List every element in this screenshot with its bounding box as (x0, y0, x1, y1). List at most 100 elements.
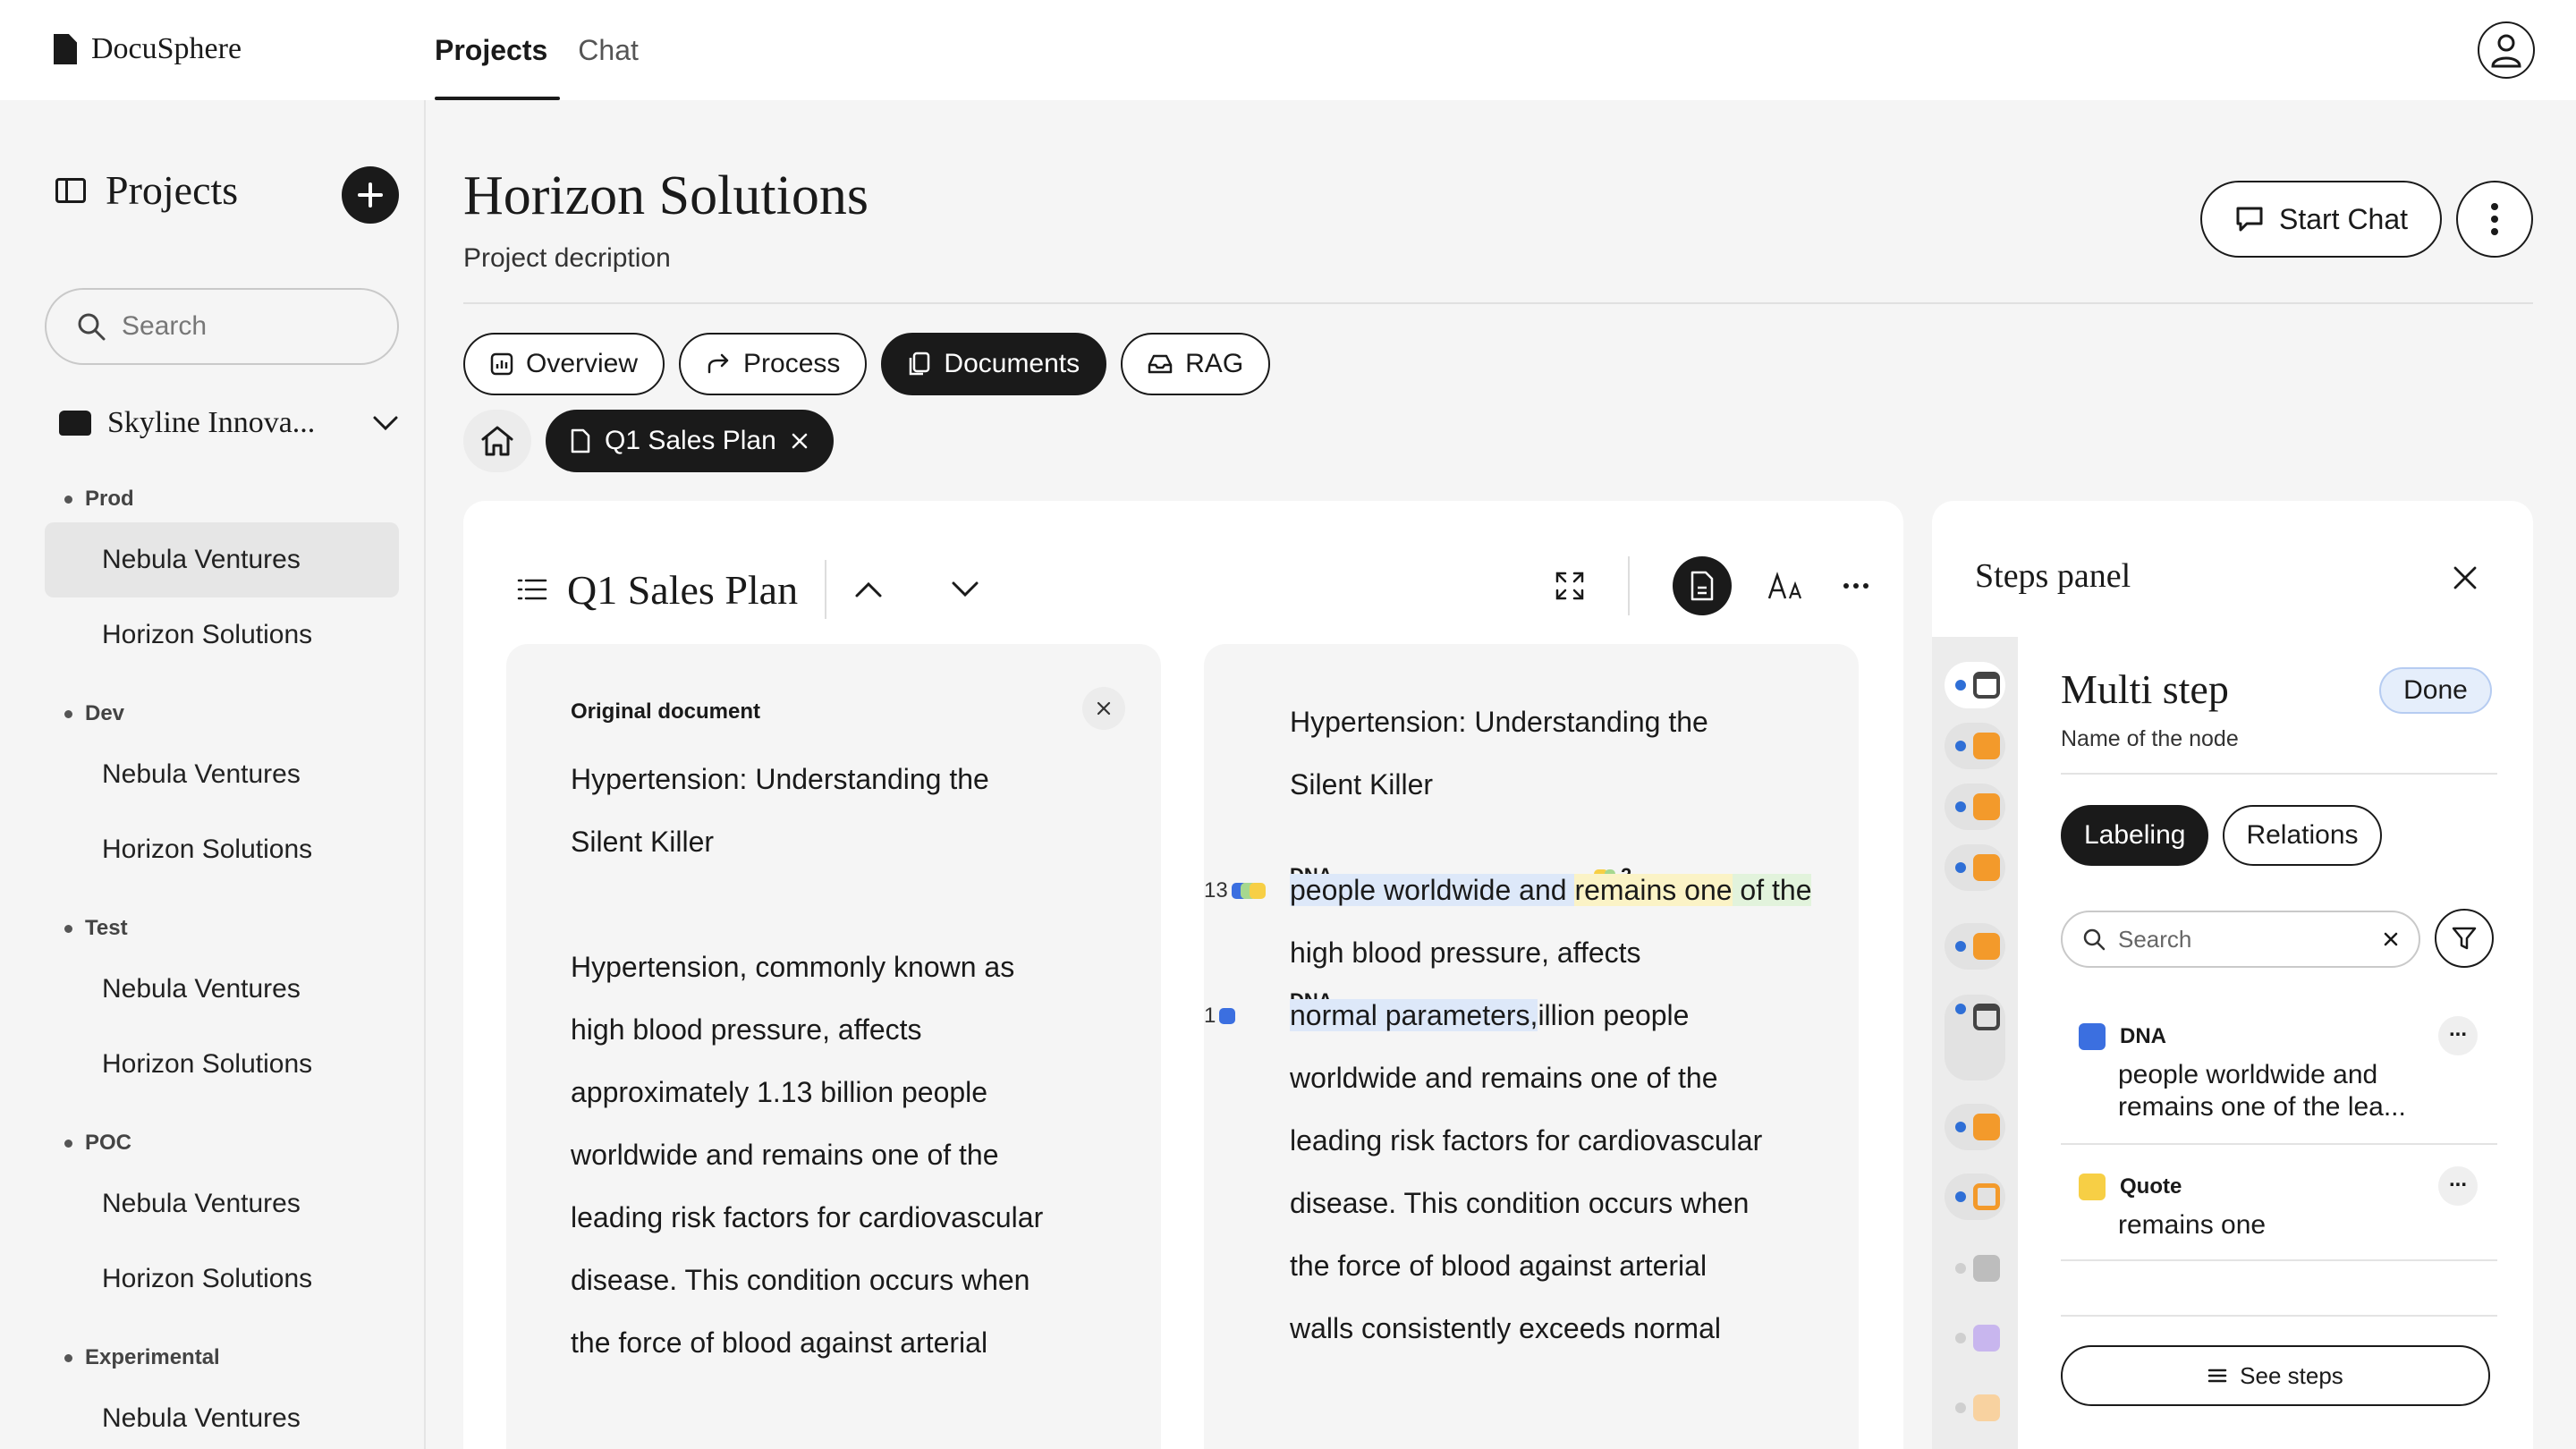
app-name: DocuSphere (91, 32, 242, 65)
step-item[interactable] (1945, 923, 2005, 970)
label-more-button[interactable]: ... (2438, 1166, 2478, 1206)
sidebar-item-nebula-ventures[interactable]: Nebula Ventures (45, 1381, 399, 1449)
text-line: Hypertension, commonly known as (571, 951, 1015, 983)
step-item[interactable] (1945, 1174, 2005, 1220)
tab-rag[interactable]: RAG (1121, 333, 1271, 395)
text-line: leading risk factors for cardiovascular (571, 1201, 1044, 1233)
sidebar-item-horizon-solutions[interactable]: Horizon Solutions (45, 812, 399, 887)
tab-overview[interactable]: Overview (463, 333, 665, 395)
edit-icon (1973, 793, 2000, 820)
text-line: disease. This condition occurs when (1290, 1187, 1750, 1219)
tab-label: Process (743, 349, 841, 378)
more-vertical-icon (2491, 203, 2498, 235)
close-pane-button[interactable] (1082, 687, 1125, 730)
documents-icon (910, 352, 930, 376)
tab-documents[interactable]: Documents (881, 333, 1107, 395)
label-item[interactable]: Quote remains one ... (2061, 1166, 2497, 1241)
edit-icon (1973, 933, 2000, 960)
close-steps-button[interactable] (2444, 556, 2487, 599)
labels-search[interactable] (2061, 911, 2420, 968)
highlight-quote[interactable]: remains one (1574, 874, 1733, 906)
step-item[interactable] (1945, 1315, 2005, 1361)
text-line: disease. This condition occurs when (571, 1264, 1030, 1296)
start-chat-label: Start Chat (2278, 202, 2409, 235)
label-text: people worldwide and remains one of the … (2118, 1060, 2406, 1122)
tab-relations[interactable]: Relations (2223, 805, 2382, 866)
group-poc: POC Nebula Ventures Horizon Solutions (45, 1120, 399, 1317)
document-viewer: Q1 Sales Plan Original document Hyperten… (463, 501, 1903, 1449)
sidebar-item-nebula-ventures[interactable]: Nebula Ventures (45, 522, 399, 597)
step-item[interactable] (1945, 662, 2005, 708)
line-marker[interactable]: 13 (1204, 878, 1266, 903)
inbox-icon (1148, 354, 1173, 374)
org-selector[interactable]: Skyline Innova... (59, 406, 399, 440)
bullet-icon (64, 495, 72, 504)
chevron-up-icon[interactable] (853, 580, 884, 599)
sidebar-search[interactable] (45, 288, 399, 365)
start-chat-button[interactable]: Start Chat (2200, 181, 2442, 258)
sidebar-item-nebula-ventures[interactable]: Nebula Ventures (45, 1166, 399, 1241)
step-item[interactable] (1945, 784, 2005, 830)
group-label: POC (45, 1120, 399, 1166)
expand-icon[interactable] (1555, 571, 1585, 601)
list-icon[interactable] (517, 578, 547, 601)
breadcrumb: Q1 Sales Plan (463, 410, 834, 472)
font-size-icon[interactable] (1767, 572, 1807, 600)
chevron-down-icon (373, 416, 398, 431)
home-button[interactable] (463, 410, 531, 472)
app-logo[interactable]: DocuSphere (54, 32, 242, 66)
active-dot-icon (1955, 680, 1966, 691)
document-body-text: Hypertension, commonly known as high blo… (571, 936, 1125, 1374)
tab-labeling[interactable]: Labeling (2061, 805, 2209, 866)
chart-icon (490, 352, 513, 376)
group-label: Experimental (45, 1335, 399, 1381)
tab-process[interactable]: Process (679, 333, 868, 395)
step-group[interactable] (1945, 995, 2005, 1080)
sidebar-item-nebula-ventures[interactable]: Nebula Ventures (45, 952, 399, 1027)
highlight-dna[interactable]: people worldwide and (1290, 874, 1575, 906)
filter-button[interactable] (2435, 909, 2494, 968)
tab-projects[interactable]: Projects (435, 0, 561, 100)
sidebar-item-horizon-solutions[interactable]: Horizon Solutions (45, 1027, 399, 1102)
close-icon[interactable] (791, 432, 809, 450)
quote-swatch-icon (2079, 1174, 2106, 1200)
open-document-name: Q1 Sales Plan (605, 426, 776, 455)
highlight-relation[interactable]: of the (1732, 874, 1812, 906)
user-avatar[interactable] (2478, 21, 2535, 79)
highlight-dna[interactable]: normal parameters, (1290, 999, 1538, 1031)
labels-search-input[interactable] (2118, 925, 2370, 953)
line-marker[interactable]: 1 (1204, 1004, 1236, 1029)
bullet-icon (64, 1139, 72, 1148)
step-item[interactable] (1945, 844, 2005, 891)
document-icon (1690, 571, 1714, 601)
steps-rail (1932, 637, 2018, 1449)
bullet-icon (64, 1353, 72, 1362)
document-view-button[interactable] (1673, 556, 1732, 615)
sidebar-item-nebula-ventures[interactable]: Nebula Ventures (45, 737, 399, 812)
chevron-down-icon[interactable] (950, 580, 980, 599)
step-item[interactable] (1945, 1245, 2005, 1292)
active-dot-icon (1955, 862, 1966, 873)
more-horizontal-icon[interactable] (1843, 582, 1869, 589)
sidebar-item-horizon-solutions[interactable]: Horizon Solutions (45, 597, 399, 673)
text-line: Silent Killer (1290, 768, 1434, 801)
group-dev: Dev Nebula Ventures Horizon Solutions (45, 691, 399, 887)
search-icon (2083, 928, 2106, 951)
sidebar-toggle-icon[interactable] (55, 177, 86, 203)
label-item[interactable]: DNA people worldwide and remains one of … (2061, 1016, 2497, 1123)
step-item[interactable] (1945, 723, 2005, 769)
step-item[interactable] (1945, 1104, 2005, 1150)
add-project-button[interactable] (342, 166, 399, 224)
step-item[interactable] (1945, 1385, 2005, 1431)
home-icon (481, 426, 513, 456)
open-document-chip[interactable]: Q1 Sales Plan (546, 410, 834, 472)
text-line: high blood pressure, affects (1290, 936, 1641, 969)
label-more-button[interactable]: ... (2438, 1016, 2478, 1055)
sidebar-search-input[interactable] (122, 311, 354, 342)
tab-chat[interactable]: Chat (578, 0, 639, 100)
more-options-button[interactable] (2456, 181, 2533, 258)
clear-icon[interactable] (2383, 931, 2399, 947)
sidebar-item-horizon-solutions[interactable]: Horizon Solutions (45, 1241, 399, 1317)
edit-icon (1973, 1114, 2000, 1140)
see-steps-button[interactable]: See steps (2061, 1345, 2490, 1406)
